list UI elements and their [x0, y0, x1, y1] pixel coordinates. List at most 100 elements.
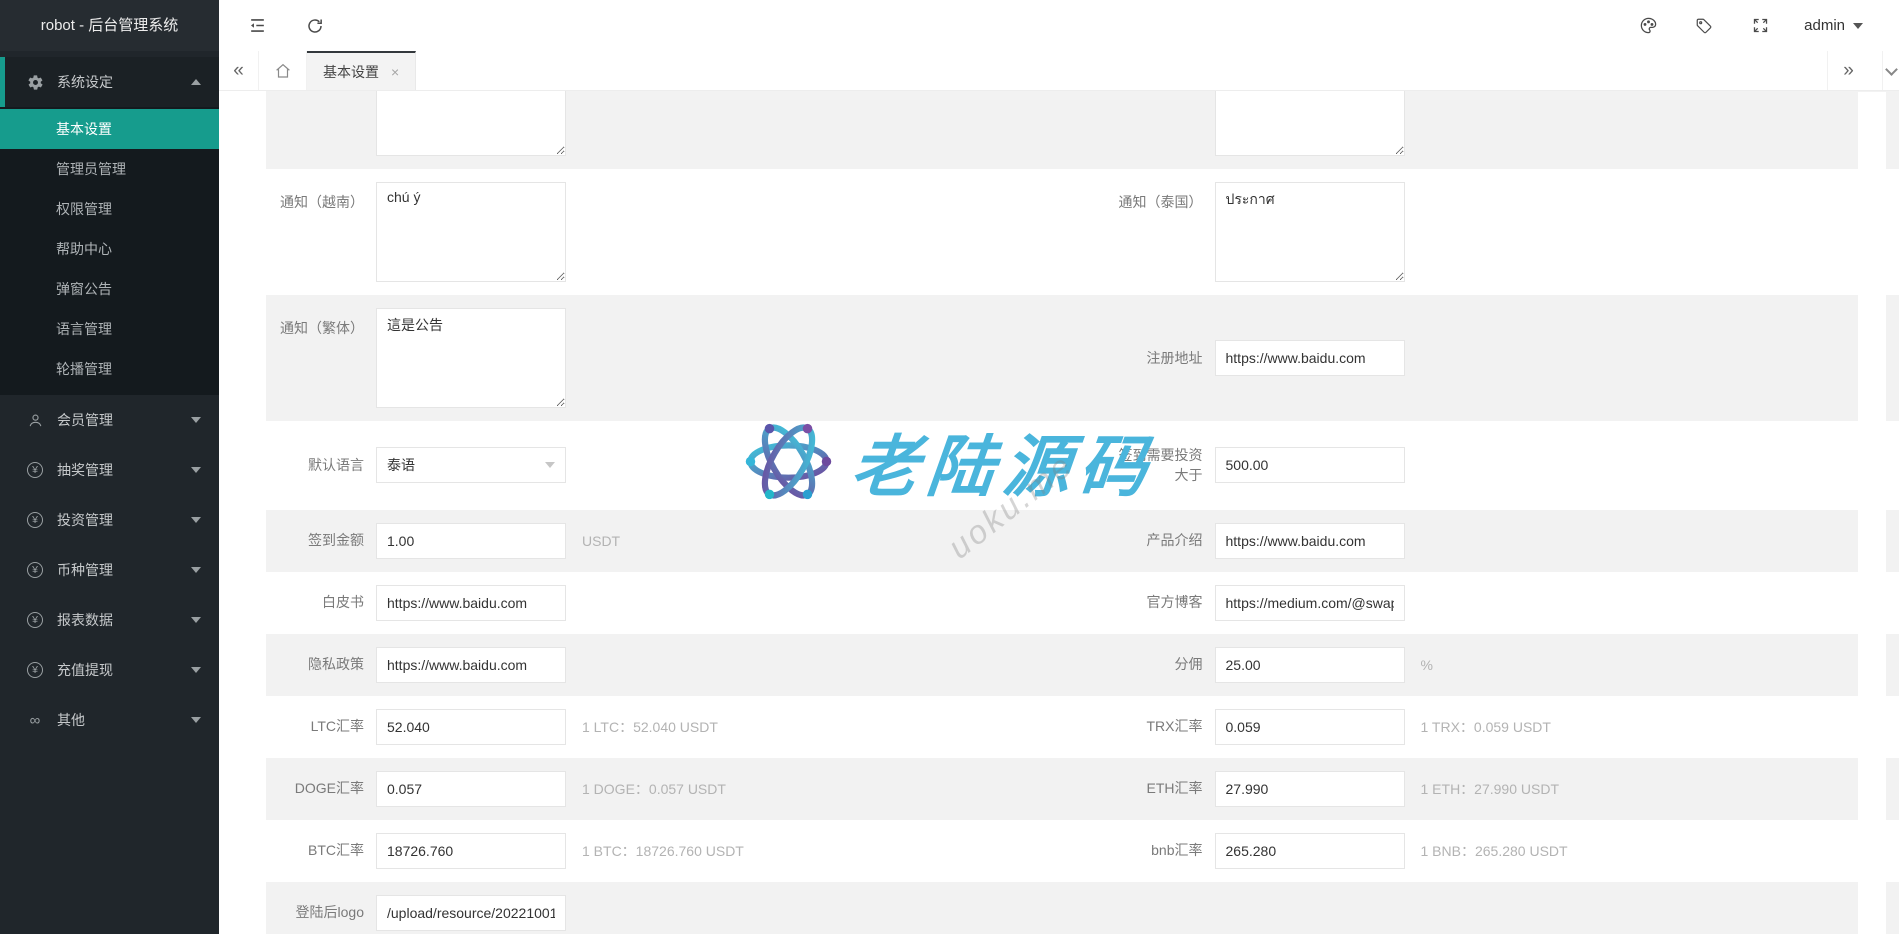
field-signin-requires-investment: 签到需要投资大于	[1083, 445, 1899, 486]
trx-rate-input[interactable]	[1215, 709, 1405, 745]
product-intro-input[interactable]	[1215, 523, 1405, 559]
field-label	[266, 91, 376, 101]
notice-thailand-textarea[interactable]	[1215, 182, 1405, 282]
field-label: 产品介绍	[1083, 530, 1215, 550]
ltc-rate-input[interactable]	[376, 709, 566, 745]
doge-rate-input[interactable]	[376, 771, 566, 807]
sidebar-group-label: 币种管理	[57, 560, 191, 580]
field-label: 隐私政策	[266, 654, 376, 674]
btc-rate-input[interactable]	[376, 833, 566, 869]
sidebar-item-basic-settings[interactable]: 基本设置	[0, 109, 219, 149]
sidebar-group-recharge-withdraw[interactable]: ¥充值提现	[0, 645, 219, 695]
field-register-url: 注册地址	[1083, 308, 1899, 408]
user-icon	[26, 412, 44, 429]
tab-basic-settings[interactable]: 基本设置 ×	[307, 51, 416, 90]
sidebar-group-label: 系统设定	[57, 72, 191, 92]
form-row: 通知（繁体） 注册地址	[266, 295, 1899, 421]
chevron-up-icon	[191, 79, 201, 85]
top-header: admin	[219, 0, 1899, 51]
field-bnb-rate: bnb汇率1 BNB：265.280 USDT	[1083, 833, 1899, 869]
form-row: 隐私政策分佣%	[266, 634, 1899, 696]
yen-circle-icon: ¥	[26, 512, 44, 528]
sidebar-item-permission-management[interactable]: 权限管理	[0, 189, 219, 229]
tag-icon[interactable]	[1686, 8, 1722, 44]
submenu-system-settings: 基本设置管理员管理权限管理帮助中心弹窗公告语言管理轮播管理	[0, 107, 219, 395]
commission-input[interactable]	[1215, 647, 1405, 683]
field-hint: 1 DOGE：0.057 USDT	[582, 779, 726, 799]
signin-amount-input[interactable]	[376, 523, 566, 559]
sidebar-group-member-management[interactable]: 会员管理	[0, 395, 219, 445]
notice-vietnam-textarea[interactable]	[376, 182, 566, 282]
login-logo-input[interactable]	[376, 895, 566, 931]
tab-menu-button[interactable]	[1882, 51, 1899, 90]
privacy-policy-input[interactable]	[376, 647, 566, 683]
sidebar-item-popup-announcement[interactable]: 弹窗公告	[0, 269, 219, 309]
sidebar-group-investment-management[interactable]: ¥投资管理	[0, 495, 219, 545]
sidebar-item-language-management[interactable]: 语言管理	[0, 309, 219, 349]
tab-scroll-left-button[interactable]: «	[219, 51, 259, 90]
official-blog-input[interactable]	[1215, 585, 1405, 621]
field-btc-rate: BTC汇率 1 BTC：18726.760 USDT	[266, 833, 1083, 869]
tab-scroll-right-button[interactable]: »	[1827, 51, 1869, 90]
field-notice-vietnam: 通知（越南）	[266, 182, 1083, 282]
field-hint: 1 BTC：18726.760 USDT	[582, 841, 744, 861]
user-name: admin	[1804, 17, 1845, 34]
sidebar-item-admin-management[interactable]: 管理员管理	[0, 149, 219, 189]
form-row: 签到金额USDT产品介绍	[266, 510, 1899, 572]
chevron-down-icon	[1885, 63, 1898, 76]
yen-circle-icon: ¥	[26, 462, 44, 478]
tab-label: 基本设置	[323, 62, 379, 82]
eth-rate-input[interactable]	[1215, 771, 1405, 807]
field-ltc-rate: LTC汇率1 LTC：52.040 USDT	[266, 709, 1083, 745]
user-menu[interactable]: admin	[1798, 17, 1869, 34]
form-row	[266, 91, 1899, 169]
sidebar-item-carousel-management[interactable]: 轮播管理	[0, 349, 219, 389]
tab-bar: « 基本设置 × »	[219, 51, 1899, 91]
close-icon[interactable]: ×	[391, 64, 399, 80]
home-tab[interactable]	[259, 51, 307, 90]
sidebar-group-report-data[interactable]: ¥报表数据	[0, 595, 219, 645]
field-label: 签到需要投资大于	[1083, 445, 1215, 486]
notice-traditional-textarea[interactable]	[376, 308, 566, 408]
palette-icon[interactable]	[1630, 8, 1666, 44]
notice-top-left-textarea[interactable]	[376, 91, 566, 156]
field-label: 通知（繁体）	[266, 308, 376, 338]
whitepaper-input[interactable]	[376, 585, 566, 621]
field-official-blog: 官方博客	[1083, 585, 1899, 621]
field-signin-amount: 签到金额USDT	[266, 523, 1083, 559]
sidebar-group-coin-management[interactable]: ¥ 币种管理	[0, 545, 219, 595]
yen-circle-icon: ¥	[26, 562, 44, 578]
default-language-select[interactable]: 泰语	[376, 447, 566, 483]
field-label: 分佣	[1083, 654, 1215, 674]
sidebar-group-label: 抽奖管理	[57, 460, 191, 480]
field-eth-rate: ETH汇率1 ETH：27.990 USDT	[1083, 771, 1899, 807]
signin-requires-investment-input[interactable]	[1215, 447, 1405, 483]
bnb-rate-input[interactable]	[1215, 833, 1405, 869]
sidebar-group-label: 其他	[57, 710, 191, 730]
chevron-down-icon	[545, 462, 555, 468]
content-scrollbar[interactable]	[1858, 92, 1886, 934]
sidebar-item-help-center[interactable]: 帮助中心	[0, 229, 219, 269]
field-label: BTC汇率	[266, 840, 376, 860]
field-hint: 1 ETH：27.990 USDT	[1421, 779, 1560, 799]
sidebar-group-other[interactable]: ∞其他	[0, 695, 219, 745]
field-label: 通知（越南）	[266, 182, 376, 212]
field-whitepaper: 白皮书	[266, 585, 1083, 621]
form-row: 通知（越南） 通知（泰国）	[266, 169, 1899, 295]
field-label: 通知（泰国）	[1083, 182, 1215, 212]
field-login-logo: 登陆后logo	[266, 895, 1083, 931]
field-label	[1083, 91, 1215, 101]
form-row: 白皮书官方博客	[266, 572, 1899, 634]
shrink-menu-icon[interactable]	[239, 8, 275, 44]
notice-top-right-textarea[interactable]	[1215, 91, 1405, 156]
field-notice-top-left	[266, 91, 1083, 169]
field-product-intro: 产品介绍	[1083, 523, 1899, 559]
register-url-input[interactable]	[1215, 340, 1405, 376]
fullscreen-icon[interactable]	[1742, 8, 1778, 44]
sidebar-group-system-settings[interactable]: 系统设定	[0, 57, 219, 107]
refresh-icon[interactable]	[297, 8, 333, 44]
field-label: 签到金额	[266, 530, 376, 550]
field-default-language: 默认语言泰语	[266, 445, 1083, 486]
chevron-down-icon	[1853, 23, 1863, 29]
sidebar-group-lottery-management[interactable]: ¥ 抽奖管理	[0, 445, 219, 495]
